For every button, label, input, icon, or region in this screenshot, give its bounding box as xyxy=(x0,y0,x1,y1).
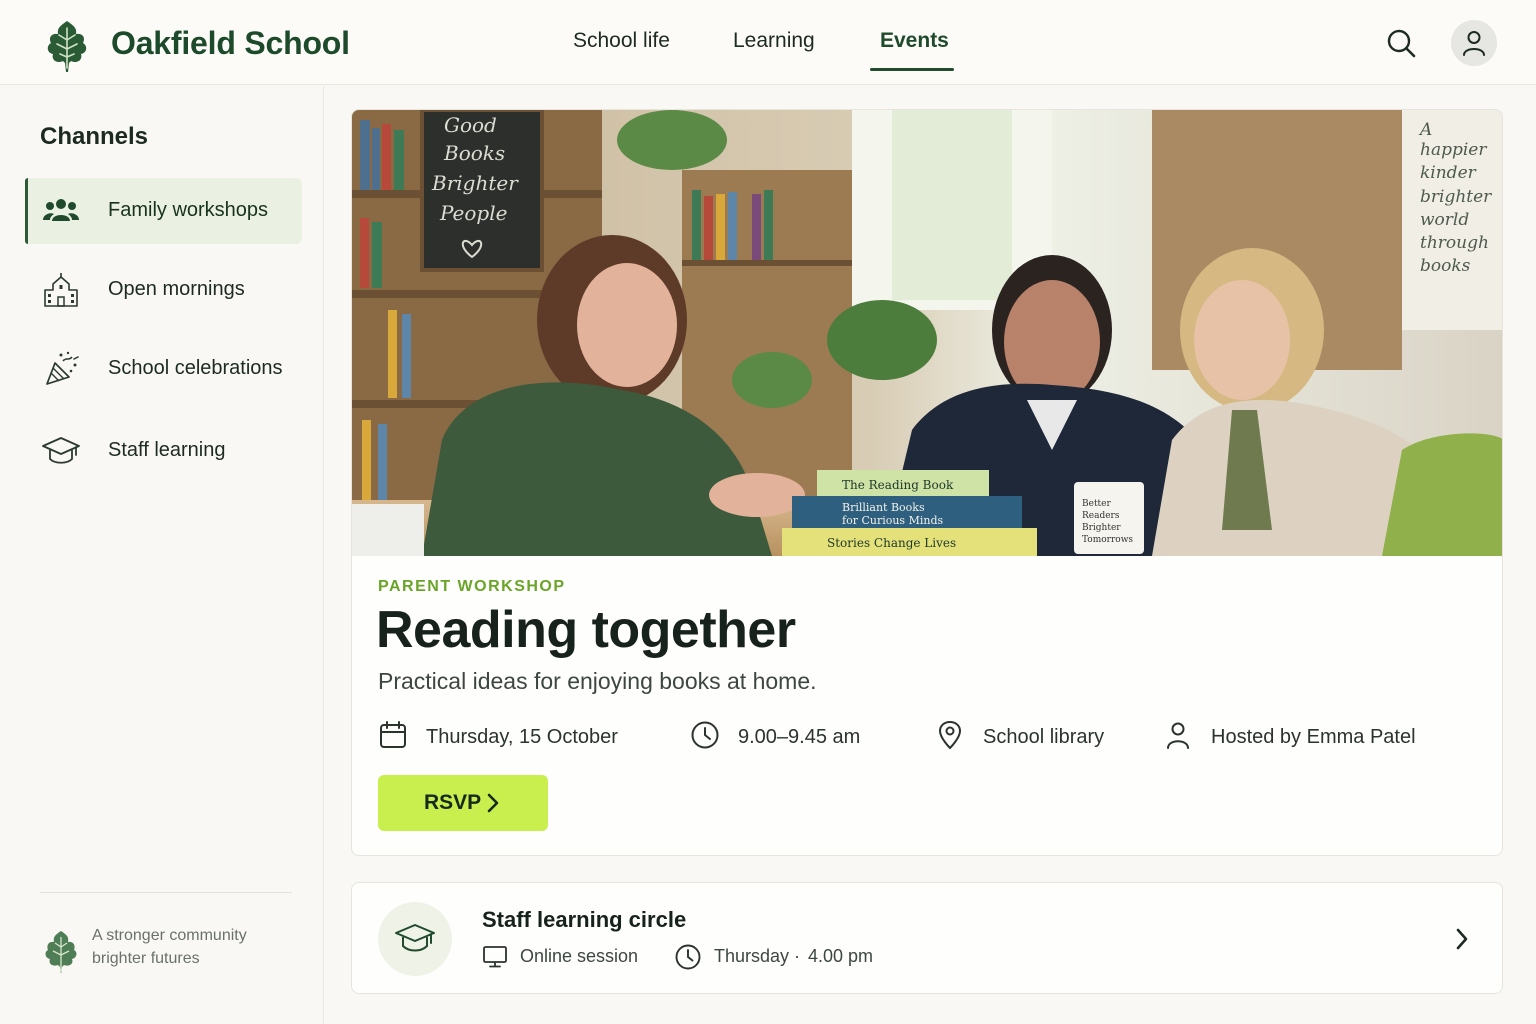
sidebar-item-label: School celebrations xyxy=(108,357,283,379)
book-title: Brilliant Books xyxy=(842,501,925,514)
next-event-day: Thursday xyxy=(714,946,790,966)
sidebar-divider xyxy=(40,892,292,893)
poster-text: books xyxy=(1420,256,1471,276)
search-icon[interactable] xyxy=(1383,25,1419,61)
sidebar-item-family-workshops[interactable]: Family workshops xyxy=(25,178,302,244)
poster-text: world xyxy=(1420,210,1469,230)
next-event-mode-text: Online session xyxy=(520,946,639,966)
event-location-text: School library xyxy=(983,726,1105,748)
next-event-separator: · xyxy=(794,946,800,966)
sidebar-item-label: Family workshops xyxy=(108,199,269,221)
oak-leaf-icon[interactable] xyxy=(44,18,90,74)
sidebar-title: Channels xyxy=(40,123,149,150)
sidebar-item-staff-learning[interactable]: Staff learning xyxy=(25,418,302,484)
brand-name[interactable]: Oakfield School xyxy=(111,25,350,62)
school-building-icon xyxy=(44,273,78,307)
nav-events[interactable]: Events xyxy=(880,29,949,53)
event-hero-image: Good Books Brighter People A happier kin… xyxy=(352,110,1502,556)
chalkboard-text: Brighter xyxy=(431,171,519,195)
graduation-cap-icon xyxy=(42,437,80,464)
mug-text: Brighter xyxy=(1082,523,1121,533)
poster-text: kinder xyxy=(1420,163,1477,183)
tagline-line-1: A stronger community xyxy=(92,927,247,944)
chalkboard-text: Books xyxy=(443,141,505,165)
graduation-cap-icon xyxy=(395,924,435,952)
sidebar-item-open-mornings[interactable]: Open mornings xyxy=(25,257,302,323)
event-category: PARENT WORKSHOP xyxy=(378,578,566,595)
event-time-text: 9.00–9.45 am xyxy=(738,726,861,748)
next-event-card[interactable]: Staff learning circle Online session Thu… xyxy=(351,882,1503,994)
top-header: Oakfield School School life Learning Eve… xyxy=(0,0,1536,85)
poster-text: happier xyxy=(1420,140,1487,160)
clock-icon xyxy=(675,944,701,970)
poster-text: A xyxy=(1418,120,1432,140)
location-pin-icon xyxy=(938,720,962,750)
sidebar-item-label: Staff learning xyxy=(108,439,226,461)
person-icon xyxy=(1167,722,1189,749)
book-title: for Curious Minds xyxy=(842,514,943,527)
sidebar-item-label: Open mornings xyxy=(108,278,245,300)
book-title: The Reading Book xyxy=(842,478,954,492)
active-nav-indicator xyxy=(870,68,954,71)
mug-text: Readers xyxy=(1082,511,1120,521)
party-popper-icon xyxy=(46,351,79,385)
mug-text: Tomorrows xyxy=(1082,535,1133,545)
event-icon-badge xyxy=(378,902,452,976)
event-host-text: Hosted by Emma Patel xyxy=(1211,726,1416,748)
rsvp-button[interactable]: RSVP xyxy=(378,775,548,831)
monitor-icon xyxy=(483,946,507,968)
sidebar-item-school-celebrations[interactable]: School celebrations xyxy=(25,336,302,402)
featured-event-card: Good Books Brighter People A happier kin… xyxy=(351,109,1503,856)
mug-text: Better xyxy=(1082,499,1111,509)
event-date-text: Thursday, 15 October xyxy=(426,726,618,748)
next-event-time: Thursday · 4.00 pm xyxy=(674,943,914,971)
chevron-right-icon[interactable] xyxy=(1454,927,1470,951)
poster-text: brighter xyxy=(1420,187,1492,207)
chevron-right-icon xyxy=(487,793,499,813)
event-subtitle: Practical ideas for enjoying books at ho… xyxy=(378,668,817,694)
clock-icon xyxy=(691,721,719,749)
rsvp-label: RSVP xyxy=(424,791,482,814)
calendar-icon xyxy=(380,721,406,748)
oak-leaf-icon xyxy=(45,931,77,974)
chalkboard-text: People xyxy=(439,201,507,225)
tagline-line-2: brighter futures xyxy=(92,950,200,967)
channels-sidebar: Channels Family workshops Open mornings xyxy=(0,86,324,1024)
event-title: Reading together xyxy=(376,601,796,659)
nav-learning[interactable]: Learning xyxy=(733,29,815,53)
next-event-title: Staff learning circle xyxy=(482,907,687,932)
people-icon xyxy=(43,199,79,221)
nav-school-life[interactable]: School life xyxy=(573,29,670,53)
account-button[interactable] xyxy=(1451,20,1497,66)
book-title: Stories Change Lives xyxy=(827,536,956,550)
chalkboard-text: Good xyxy=(444,113,497,137)
user-icon xyxy=(1463,31,1485,56)
poster-text: through xyxy=(1420,233,1489,253)
next-event-time-text: 4.00 pm xyxy=(808,946,874,966)
sidebar-tagline: A stronger community brighter futures xyxy=(92,924,247,970)
